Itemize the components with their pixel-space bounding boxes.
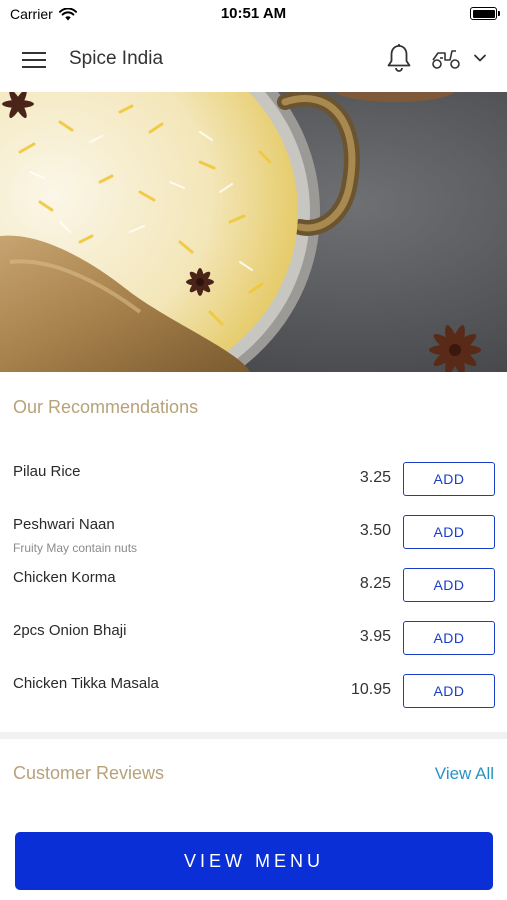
list-item: Chicken Tikka Masala 10.95 ADD [0, 662, 507, 715]
view-all-reviews-link[interactable]: View All [435, 764, 494, 784]
add-button[interactable]: ADD [403, 462, 495, 496]
add-button[interactable]: ADD [403, 674, 495, 708]
section-divider [0, 732, 507, 739]
list-item: Pilau Rice 3.25 ADD [0, 450, 507, 503]
item-name: Peshwari Naan [13, 516, 115, 533]
item-price: 8.25 [359, 575, 391, 592]
list-item: Chicken Korma 8.25 ADD [0, 556, 507, 609]
app-header: Spice India [0, 28, 507, 92]
item-price: 3.25 [359, 469, 391, 486]
item-price: 3.95 [359, 628, 391, 645]
recommendations-heading: Our Recommendations [13, 397, 199, 417]
add-button[interactable]: ADD [403, 515, 495, 549]
reviews-heading: Customer Reviews [13, 763, 165, 783]
add-button[interactable]: ADD [403, 621, 495, 655]
status-time: 10:51 AM [220, 5, 287, 22]
item-price: 10.95 [350, 681, 391, 698]
chevron-down-icon[interactable] [472, 52, 488, 64]
hero-food-image [0, 92, 507, 372]
item-name: 2pcs Onion Bhaji [13, 622, 127, 639]
list-item: Peshwari Naan Fruity May contain nuts 3.… [0, 503, 507, 556]
restaurant-title: Spice India [69, 48, 164, 69]
item-description: Fruity May contain nuts [13, 541, 138, 555]
scooter-icon[interactable] [430, 46, 462, 70]
bell-icon[interactable] [385, 43, 413, 73]
list-item: 2pcs Onion Bhaji 3.95 ADD [0, 609, 507, 662]
battery-icon [470, 7, 500, 20]
item-name: Chicken Tikka Masala [13, 675, 159, 692]
item-name: Pilau Rice [13, 463, 81, 480]
biryani-image [0, 92, 507, 372]
item-name: Chicken Korma [13, 569, 116, 586]
add-button[interactable]: ADD [403, 568, 495, 602]
status-bar: Carrier 10:51 AM [0, 0, 507, 28]
view-menu-button[interactable]: VIEW MENU [15, 832, 493, 890]
item-price: 3.50 [359, 522, 391, 539]
recommendations-list: Pilau Rice 3.25 ADD Peshwari Naan Fruity… [0, 450, 507, 715]
menu-icon[interactable] [22, 49, 48, 69]
